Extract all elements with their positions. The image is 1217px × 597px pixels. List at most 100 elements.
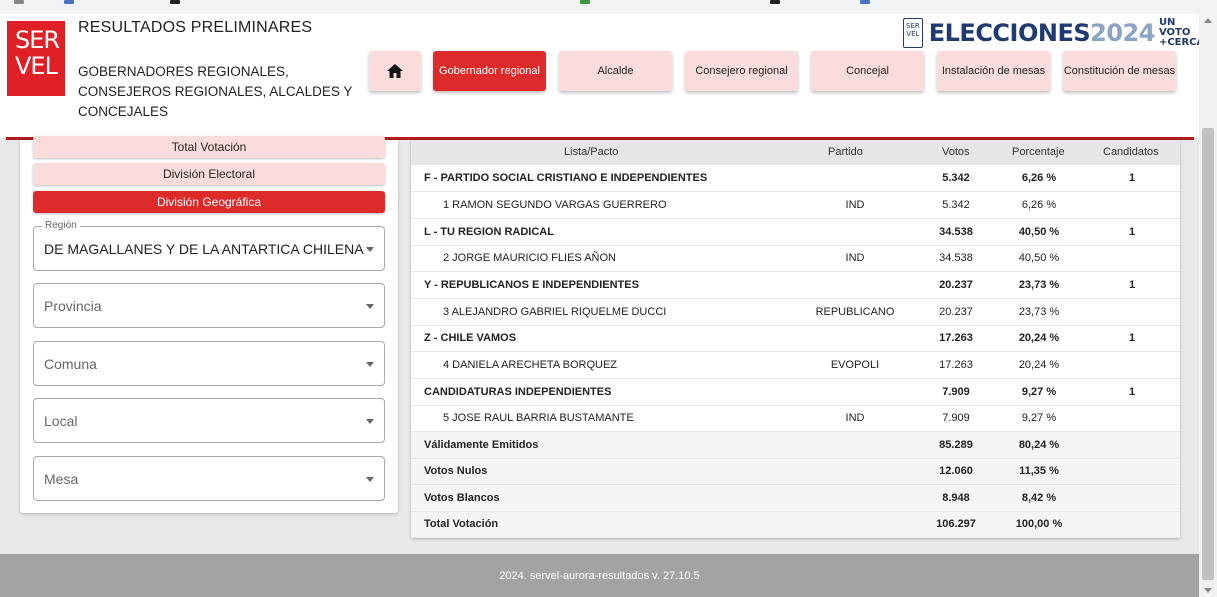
version-text: 2024. servel-aurora-resultados v. 27.10.… <box>499 569 700 582</box>
chevron-down-icon <box>366 419 374 424</box>
results-table: Lista/Pacto Partido Votos Porcentaje Can… <box>411 140 1180 538</box>
servel-logo[interactable]: SER VEL <box>7 21 65 96</box>
page-scrollbar[interactable] <box>1199 14 1217 597</box>
page-subtitle: GOBERNADORES REGIONALES, CONSEJEROS REGI… <box>78 64 353 119</box>
nav-gobernador-regional[interactable]: Gobernador regional <box>433 51 546 91</box>
candidate-row: 4 DANIELA ARECHETA BORQUEZ EVOPOLI 17.263 2… <box>411 352 1180 379</box>
tagline-line: +CERCA <box>1158 37 1205 48</box>
column-header-partido: Partido <box>828 146 863 158</box>
cell-porcentaje: 8,42 % <box>1021 492 1057 504</box>
logo-line: SER <box>15 26 60 54</box>
scrollbar-thumb[interactable] <box>1202 128 1214 580</box>
region-select[interactable]: Región DE MAGALLANES Y DE LA ANTARTICA C… <box>33 220 385 271</box>
table-header: Lista/Pacto Partido Votos Porcentaje Can… <box>411 140 1180 165</box>
mesa-placeholder: Mesa <box>44 471 79 487</box>
total-votacion-button[interactable]: Total Votación <box>33 136 385 158</box>
cell-porcentaje: 9,27 % <box>1021 412 1057 424</box>
bookmark-icon[interactable] <box>770 0 780 4</box>
cell-name: Total Votación <box>424 518 499 530</box>
cell-porcentaje: 23,73 % <box>1018 306 1060 318</box>
cell-name: Z - CHILE VAMOS <box>424 332 517 344</box>
bookmark-icon[interactable] <box>580 0 590 4</box>
cell-name: Votos Nulos <box>424 465 488 477</box>
chevron-down-icon <box>366 477 374 482</box>
column-header-porcentaje: Porcentaje <box>1012 146 1065 158</box>
summary-row: Votos Blancos 8.948 8,42 % <box>411 485 1180 512</box>
region-value: DE MAGALLANES Y DE LA ANTARTICA CHILENA <box>44 241 364 257</box>
brand-tagline: UN VOTO +CERCA <box>1159 18 1204 48</box>
chevron-down-icon <box>366 362 374 367</box>
cell-name: L - TU REGION RADICAL <box>424 226 554 238</box>
cell-candidatos: 1 <box>1128 332 1136 344</box>
bookmark-icon[interactable] <box>64 0 74 4</box>
candidate-row: 3 ALEJANDRO GABRIEL RIQUELME DUCCI REPUBL… <box>411 299 1180 326</box>
cell-porcentaje: 40,50 % <box>1018 252 1060 264</box>
list-row: L - TU REGION RADICAL 34.538 40,50 % 1 <box>411 219 1180 246</box>
brand-word: ELECCIONES <box>928 19 1091 47</box>
cell-candidatos: 1 <box>1128 386 1136 398</box>
app-root: SER VEL RESULTADOS PRELIMINARES GOBERNAD… <box>0 0 1217 597</box>
nav-constitucion-de-mesas[interactable]: Constitución de mesas <box>1063 51 1176 91</box>
summary-row: Votos Nulos 12.060 11,35 % <box>411 459 1180 485</box>
bookmark-icon[interactable] <box>860 0 870 4</box>
bookmark-icon[interactable] <box>170 0 180 4</box>
list-row: Y - REPUBLICANOS E INDEPENDIENTES 20.237 2… <box>411 272 1180 299</box>
nav-home-button[interactable] <box>369 51 421 91</box>
cell-name: 4 DANIELA ARECHETA BORQUEZ <box>443 359 618 371</box>
division-geografica-button[interactable]: División Geográfica <box>33 191 385 213</box>
chevron-down-icon <box>366 304 374 309</box>
comuna-select[interactable]: Comuna <box>33 341 385 386</box>
cell-candidatos: 1 <box>1128 279 1136 291</box>
column-header-votos: Votos <box>942 146 970 158</box>
cell-name: Votos Blancos <box>424 492 500 504</box>
candidate-row: 2 JORGE MAURICIO FLIES AÑON IND 34.538 40,5… <box>411 246 1180 272</box>
brand-year: 2024 <box>1090 19 1155 47</box>
home-icon <box>387 64 403 78</box>
scroll-down-icon[interactable] <box>1204 588 1212 593</box>
servel-badge: SER VEL <box>903 18 923 48</box>
page-title: RESULTADOS PRELIMINARES <box>78 19 313 36</box>
bookmark-icon[interactable] <box>14 0 24 4</box>
candidate-row: 5 JOSE RAUL BARRIA BUSTAMANTE IND 7.909 9,2… <box>411 406 1180 432</box>
list-row: F - PARTIDO SOCIAL CRISTIANO E INDEPENDI… <box>411 165 1180 192</box>
cell-porcentaje: 80,24 % <box>1018 439 1060 451</box>
cell-porcentaje: 11,35 % <box>1019 465 1059 477</box>
summary-row: Válidamente Emitidos 85.289 80,24 % <box>411 432 1180 459</box>
bookmark-bar <box>0 0 1217 14</box>
cell-candidatos: 1 <box>1128 172 1136 184</box>
cell-name: CANDIDATURAS INDEPENDIENTES <box>424 386 612 398</box>
cell-porcentaje: 20,24 % <box>1018 359 1060 371</box>
column-header-lista: Lista/Pacto <box>564 146 619 158</box>
cell-name: Y - REPUBLICANOS E INDEPENDIENTES <box>424 279 639 291</box>
cell-candidatos: 1 <box>1128 226 1136 238</box>
brand-wordmark: ELECCIONES2024 <box>928 19 1156 47</box>
local-select[interactable]: Local <box>33 398 385 443</box>
cell-name: F - PARTIDO SOCIAL CRISTIANO E INDEPENDI… <box>424 172 708 184</box>
provincia-select[interactable]: Provincia <box>33 283 385 328</box>
region-label: Región <box>42 220 80 231</box>
cell-name: 5 JOSE RAUL BARRIA BUSTAMANTE <box>443 412 634 424</box>
provincia-placeholder: Provincia <box>44 298 102 314</box>
mesa-select[interactable]: Mesa <box>33 456 385 501</box>
comuna-placeholder: Comuna <box>44 356 97 372</box>
list-row: Z - CHILE VAMOS 17.263 20,24 % 1 <box>411 326 1180 352</box>
cell-name: Válidamente Emitidos <box>424 439 539 451</box>
nav-concejal[interactable]: Concejal <box>811 51 924 91</box>
division-electoral-button[interactable]: División Electoral <box>33 163 385 185</box>
candidate-row: 1 RAMON SEGUNDO VARGAS GUERRERO IND 5.342 6… <box>411 192 1180 219</box>
cell-porcentaje: 100,00 % <box>1015 518 1063 530</box>
footer: 2024. servel-aurora-resultados v. 27.10.… <box>0 554 1199 597</box>
summary-row: Total Votación 106.297 100,00 % <box>411 512 1180 538</box>
cell-name: 2 JORGE MAURICIO FLIES AÑON <box>443 252 616 264</box>
logo-line: VEL <box>15 52 58 80</box>
chevron-down-icon <box>366 247 374 252</box>
local-placeholder: Local <box>44 413 78 429</box>
cell-name: 1 RAMON SEGUNDO VARGAS GUERRERO <box>443 199 667 211</box>
nav-consejero-regional[interactable]: Consejero regional <box>685 51 798 91</box>
scroll-up-icon[interactable] <box>1204 18 1212 23</box>
elecciones-2024-logo: SER VEL ELECCIONES2024 UN VOTO +CERCA <box>903 16 1204 50</box>
tagline-line: UN VOTO <box>1158 17 1191 38</box>
nav-instalacion-de-mesas[interactable]: Instalación de mesas <box>937 51 1050 91</box>
cell-porcentaje: 6,26 % <box>1021 199 1057 211</box>
nav-alcalde[interactable]: Alcalde <box>559 51 672 91</box>
